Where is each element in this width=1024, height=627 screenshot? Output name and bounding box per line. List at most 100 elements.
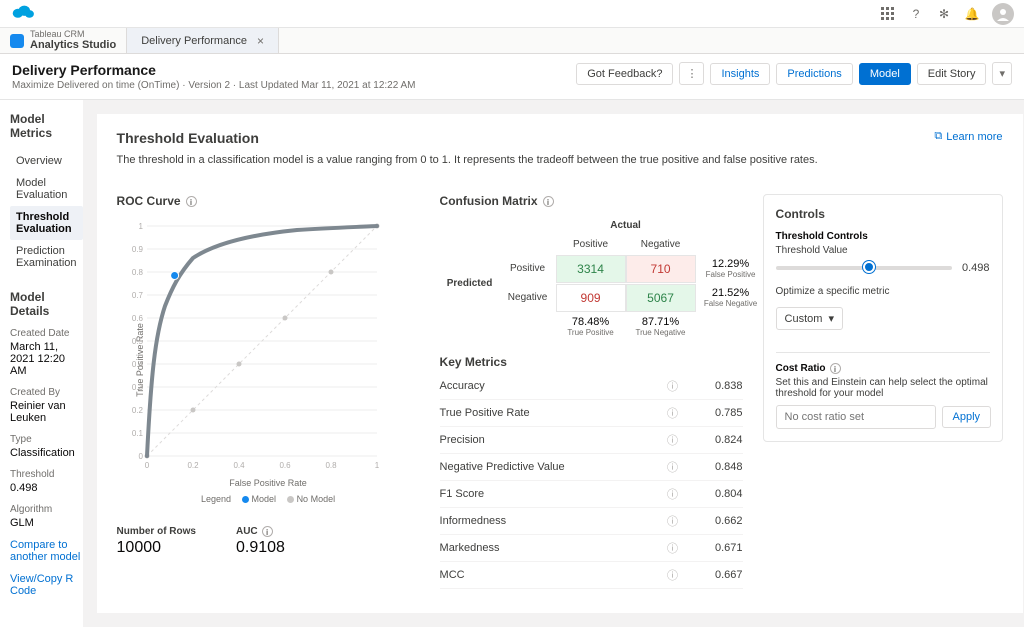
svg-text:0.8: 0.8 <box>131 268 143 277</box>
insights-button[interactable]: Insights <box>710 63 770 85</box>
cm-tn-rate: 87.71% <box>626 316 696 328</box>
info-icon[interactable]: ⓘ <box>663 427 683 454</box>
cm-tn: 5067 <box>626 284 696 312</box>
waffle-icon[interactable] <box>880 6 896 22</box>
cm-tp-rate: 78.48% <box>556 316 626 328</box>
workspace-tabstrip: Tableau CRM Analytics Studio Delivery Pe… <box>0 28 1024 54</box>
metric-label: F1 Score <box>440 481 663 508</box>
bell-icon[interactable]: 🔔 <box>964 6 980 22</box>
external-link-icon: ⧉ <box>934 130 942 143</box>
svg-text:0.3: 0.3 <box>131 383 143 392</box>
metric-label: Informedness <box>440 508 663 535</box>
cm-tn-rate-label: True Negative <box>626 328 696 337</box>
nav-list: Overview Model Evaluation Threshold Eval… <box>10 150 83 274</box>
threshold-label: Threshold <box>10 469 83 480</box>
table-row: MCCⓘ0.667 <box>440 562 743 589</box>
svg-text:0.4: 0.4 <box>233 461 245 470</box>
svg-text:0: 0 <box>138 452 143 461</box>
auc-label: AUC <box>236 526 258 537</box>
legend-dot-model <box>242 496 249 503</box>
more-icon-button[interactable]: ⋮ <box>679 62 704 85</box>
metric-label: True Positive Rate <box>440 400 663 427</box>
optimize-metric-value: Custom <box>785 313 823 325</box>
cost-ratio-title: Cost Ratio <box>776 363 826 374</box>
info-icon[interactable]: ⓘ <box>663 373 683 400</box>
cm-actual-label: Actual <box>556 216 696 235</box>
cm-fn: 909 <box>556 284 626 312</box>
info-icon[interactable]: ⓘ <box>663 535 683 562</box>
cm-predicted-label: Predicted <box>440 274 500 293</box>
edit-story-button[interactable]: Edit Story <box>917 63 987 85</box>
help-icon[interactable]: ? <box>908 6 924 22</box>
info-icon[interactable]: i <box>543 196 554 207</box>
roc-legend: Legend Model No Model <box>117 494 420 504</box>
cm-row-positive: Positive <box>500 259 556 278</box>
confusion-title: Confusion Matrix <box>440 194 538 208</box>
gear-icon[interactable]: ✻ <box>936 6 952 22</box>
svg-text:1: 1 <box>138 222 143 231</box>
view-r-code-link[interactable]: View/Copy R Code <box>10 573 83 597</box>
type-label: Type <box>10 434 83 445</box>
threshold-value-label: Threshold Value <box>776 245 990 256</box>
tableau-crm-icon <box>10 34 24 48</box>
created-date-value: March 11, 2021 12:20 AM <box>10 341 83 377</box>
info-icon[interactable]: i <box>830 363 841 374</box>
left-sidebar: Model Metrics Overview Model Evaluation … <box>0 100 83 627</box>
threshold-slider[interactable] <box>776 266 952 270</box>
chevron-down-icon[interactable]: ▾ <box>992 62 1012 85</box>
svg-text:0.1: 0.1 <box>131 429 143 438</box>
learn-more-link[interactable]: ⧉ Learn more <box>934 130 1002 143</box>
optimize-metric-select[interactable]: Custom ▾ <box>776 307 843 330</box>
table-row: True Positive Rateⓘ0.785 <box>440 400 743 427</box>
created-date-label: Created Date <box>10 328 83 339</box>
threshold-value: 0.498 <box>10 482 83 494</box>
svg-text:0.7: 0.7 <box>131 291 143 300</box>
svg-text:1: 1 <box>374 461 379 470</box>
confusion-column: Confusion Matrix i Actual Positive Negat… <box>440 194 743 589</box>
close-icon[interactable]: × <box>257 34 264 48</box>
metric-value: 0.848 <box>683 454 743 481</box>
page-actions: Got Feedback? ⋮ Insights Predictions Mod… <box>576 62 1012 85</box>
confusion-matrix: Actual Positive Negative Predicted Posit… <box>440 216 743 341</box>
created-by-label: Created By <box>10 387 83 398</box>
cm-fp-rate: 12.29% <box>696 258 766 270</box>
svg-text:0.9: 0.9 <box>131 245 143 254</box>
algorithm-value: GLM <box>10 517 83 529</box>
info-icon[interactable]: ⓘ <box>663 508 683 535</box>
got-feedback-button[interactable]: Got Feedback? <box>576 63 673 85</box>
type-value: Classification <box>10 447 83 459</box>
compare-model-link[interactable]: Compare to another model <box>10 539 83 563</box>
apply-button[interactable]: Apply <box>942 406 992 428</box>
sidebar-item-threshold-evaluation[interactable]: Threshold Evaluation <box>10 206 83 240</box>
info-icon[interactable]: ⓘ <box>663 562 683 589</box>
tab-delivery-performance[interactable]: Delivery Performance × <box>127 28 279 53</box>
info-icon[interactable]: i <box>262 526 273 537</box>
cost-ratio-input[interactable] <box>776 405 936 429</box>
predictions-button[interactable]: Predictions <box>776 63 852 85</box>
info-icon[interactable]: ⓘ <box>663 454 683 481</box>
svg-text:0.6: 0.6 <box>131 314 143 323</box>
metric-label: Precision <box>440 427 663 454</box>
brand-line2: Analytics Studio <box>30 39 116 51</box>
svg-text:0: 0 <box>144 461 149 470</box>
page-subtitle: Maximize Delivered on time (OnTime) · Ve… <box>12 80 416 91</box>
metric-value: 0.838 <box>683 373 743 400</box>
avatar[interactable] <box>992 3 1014 25</box>
app-brand[interactable]: Tableau CRM Analytics Studio <box>0 28 127 53</box>
slider-thumb[interactable] <box>863 261 875 273</box>
optimize-metric-label: Optimize a specific metric <box>776 286 990 297</box>
created-by-value: Reinier van Leuken <box>10 400 83 424</box>
info-icon[interactable]: ⓘ <box>663 481 683 508</box>
metric-value: 0.662 <box>683 508 743 535</box>
info-icon[interactable]: i <box>186 196 197 207</box>
threshold-controls-title: Threshold Controls <box>776 231 990 242</box>
metric-label: MCC <box>440 562 663 589</box>
sidebar-item-model-evaluation[interactable]: Model Evaluation <box>10 172 83 206</box>
metric-value: 0.804 <box>683 481 743 508</box>
sidebar-item-prediction-examination[interactable]: Prediction Examination <box>10 240 83 274</box>
cm-col-negative: Negative <box>626 235 696 254</box>
info-icon[interactable]: ⓘ <box>663 400 683 427</box>
model-button[interactable]: Model <box>859 63 911 85</box>
global-header: ? ✻ 🔔 <box>0 0 1024 28</box>
sidebar-item-overview[interactable]: Overview <box>10 150 83 172</box>
